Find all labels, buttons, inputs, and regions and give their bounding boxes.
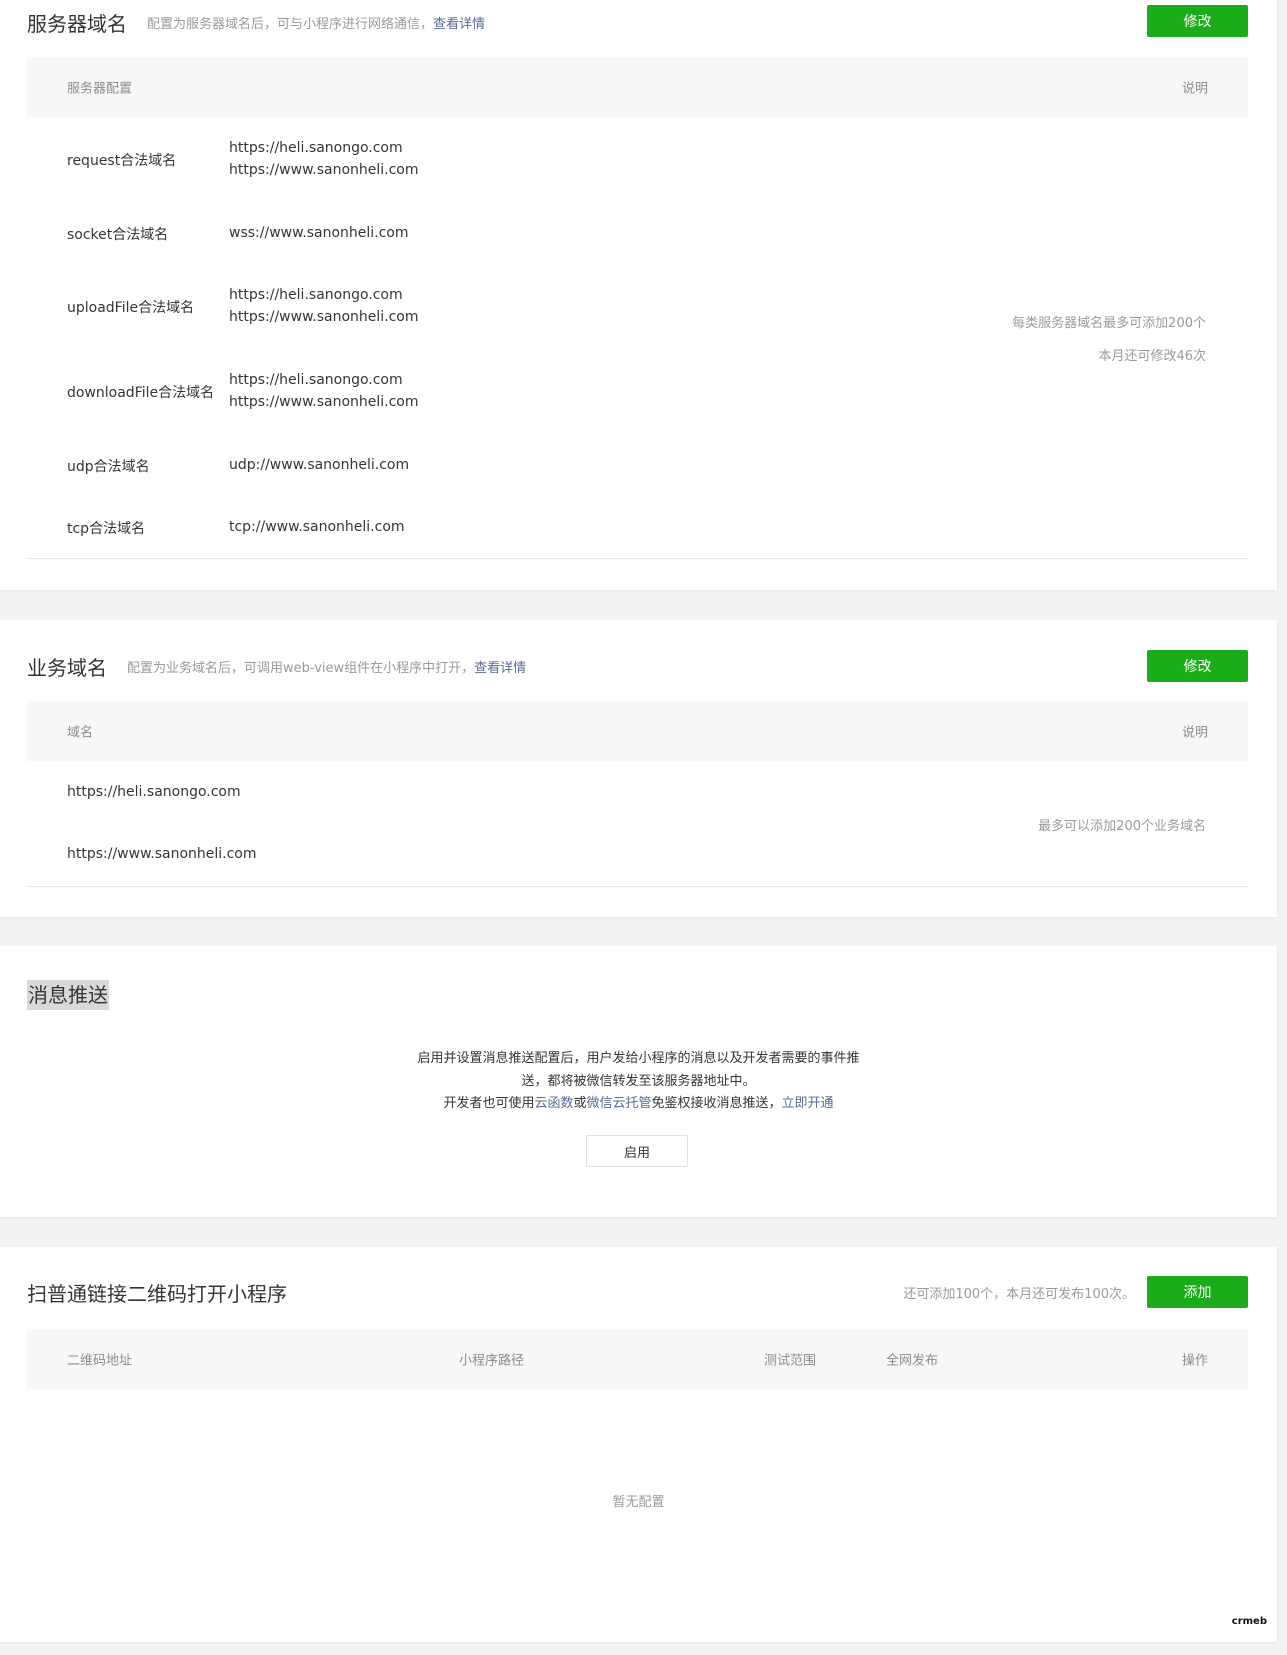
domain-value: https://heli.sanongo.com [229,287,403,303]
row-label-downloadfile: downloadFile合法域名 [67,385,215,401]
row-label-uploadfile: uploadFile合法域名 [67,300,195,316]
business-domain-item: https://www.sanonheli.com [67,846,257,862]
header-note: 说明 [1181,725,1208,741]
server-domain-desc-text: 配置为服务器域名后，可与小程序进行网络通信， [147,16,434,32]
qrcode-empty-state: 暂无配置 [612,1495,665,1510]
domain-value: https://www.sanonheli.com [229,394,419,410]
domain-value: https://heli.sanongo.com [229,140,403,156]
row-label-request: request合法域名 [67,153,177,169]
server-domain-note-limit: 每类服务器域名最多可添加200个 [1012,316,1206,331]
domain-value: tcp://www.sanonheli.com [229,519,405,535]
message-push-text-line: 开发者也可使用云函数或微信云托管免鉴权接收消息推送，立即开通 [0,1093,1277,1116]
message-push-text-line: 启用并设置消息推送配置后，用户发给小程序的消息以及开发者需要的事件推 [417,1051,860,1066]
row-values-uploadfile: https://heli.sanongo.com https://www.san… [229,284,419,328]
cloud-function-link[interactable]: 云函数 [534,1096,573,1111]
divider [27,558,1248,559]
domain-value: https://www.sanonheli.com [229,309,419,325]
row-values-udp: udp://www.sanonheli.com [229,454,409,476]
domain-value: wss://www.sanonheli.com [229,225,409,241]
server-domain-desc: 配置为服务器域名后，可与小程序进行网络通信，查看详情 [147,13,485,32]
server-domain-details-link[interactable]: 查看详情 [433,17,485,32]
row-values-request: https://heli.sanongo.com https://www.san… [229,137,419,181]
qrcode-card: 扫普通链接二维码打开小程序 还可添加100个，本月还可发布100次。 添加 二维… [0,1247,1277,1642]
divider [27,886,1248,887]
domain-value: udp://www.sanonheli.com [229,457,410,473]
message-push-text: 免鉴权接收消息推送， [651,1096,782,1111]
message-push-title: 消息推送 [27,980,109,1010]
message-push-text: 开发者也可使用 [443,1096,535,1111]
business-domain-note: 最多可以添加200个业务域名 [1038,819,1206,834]
row-label-udp: udp合法域名 [67,459,150,475]
column-miniprogram-path: 小程序路径 [459,1353,525,1369]
message-push-text-line: 送，都将被微信转发至该服务器地址中。 [521,1073,756,1089]
column-test-scope: 测试范围 [764,1353,817,1369]
business-domain-item: https://heli.sanongo.com [67,784,241,800]
domain-value: https://heli.sanongo.com [229,372,403,388]
column-global-publish: 全网发布 [886,1353,939,1369]
server-domain-edit-button[interactable]: 修改 [1147,5,1248,37]
crmeb-logo: crmeb [1231,1616,1267,1627]
business-domain-header: 业务域名 配置为业务域名后，可调用web-view组件在小程序中打开，查看详情 … [27,644,1248,688]
row-label-socket: socket合法域名 [67,227,169,243]
header-server-config: 服务器配置 [67,81,133,97]
business-domain-card: 业务域名 配置为业务域名后，可调用web-view组件在小程序中打开，查看详情 … [0,620,1277,917]
server-domain-card: 服务器域名 配置为服务器域名后，可与小程序进行网络通信，查看详情 修改 服务器配… [0,0,1277,590]
enable-button[interactable]: 启用 [586,1135,688,1167]
cloud-hosting-link[interactable]: 微信云托管 [587,1096,652,1111]
enable-now-link[interactable]: 立即开通 [782,1096,834,1111]
server-domain-note-remaining: 本月还可修改46次 [1098,349,1206,364]
business-domain-desc: 配置为业务域名后，可调用web-view组件在小程序中打开，查看详情 [127,657,526,676]
business-domain-edit-button[interactable]: 修改 [1147,650,1248,682]
column-actions: 操作 [1181,1353,1208,1369]
business-domain-desc-text: 配置为业务域名后，可调用web-view组件在小程序中打开， [127,660,475,676]
server-domain-table-header: 服务器配置 说明 [27,57,1248,117]
business-domain-table-header: 域名 说明 [27,701,1248,761]
header-domain: 域名 [67,725,94,741]
business-domain-title: 业务域名 [27,655,107,680]
qrcode-header: 扫普通链接二维码打开小程序 还可添加100个，本月还可发布100次。 添加 [27,1270,1248,1314]
row-values-downloadfile: https://heli.sanongo.com https://www.san… [229,369,419,413]
business-domain-details-link[interactable]: 查看详情 [474,661,526,676]
message-push-description: 启用并设置消息推送配置后，用户发给小程序的消息以及开发者需要的事件推 送，都将被… [0,1048,1277,1116]
qrcode-quota: 还可添加100个，本月还可发布100次。 [903,1286,1135,1302]
row-label-tcp: tcp合法域名 [67,521,146,537]
qrcode-add-button[interactable]: 添加 [1147,1276,1248,1308]
message-push-text: 或 [573,1096,587,1111]
column-qrcode-address: 二维码地址 [67,1353,133,1369]
qrcode-title: 扫普通链接二维码打开小程序 [27,1281,287,1306]
qrcode-table-header: 二维码地址 小程序路径 测试范围 全网发布 操作 [27,1329,1248,1389]
server-domain-header: 服务器域名 配置为服务器域名后，可与小程序进行网络通信，查看详情 修改 [27,0,1248,44]
row-values-socket: wss://www.sanonheli.com [229,222,409,244]
server-domain-title: 服务器域名 [27,11,127,36]
header-note: 说明 [1181,81,1208,97]
row-values-tcp: tcp://www.sanonheli.com [229,516,405,538]
message-push-card: 消息推送 启用并设置消息推送配置后，用户发给小程序的消息以及开发者需要的事件推 … [0,946,1277,1217]
domain-value: https://www.sanonheli.com [229,162,419,178]
